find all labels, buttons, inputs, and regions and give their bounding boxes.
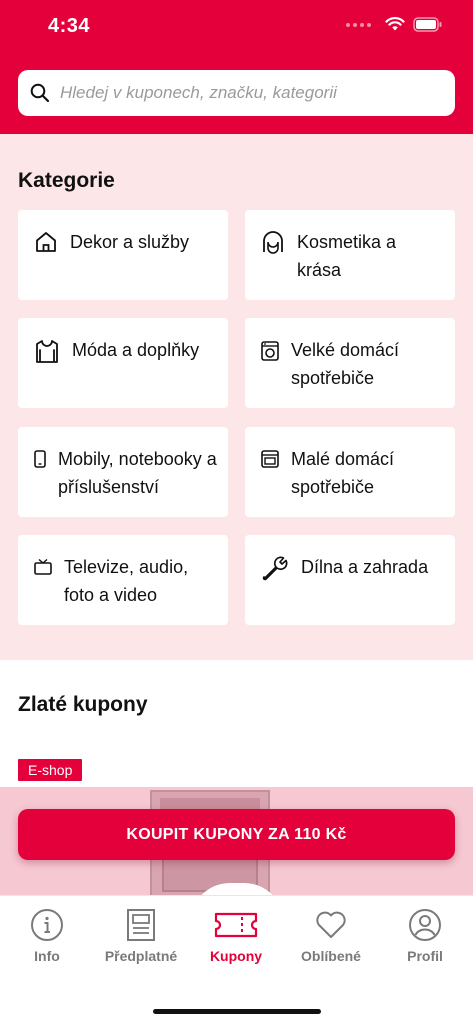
categories-section: Kategorie Dekor a služby Kosmetika a krá… xyxy=(0,134,473,660)
microwave-icon xyxy=(261,450,279,468)
battery-icon xyxy=(413,17,442,32)
wrench-icon xyxy=(262,556,288,581)
category-label: Velké domácí spotřebiče xyxy=(291,340,400,388)
tab-kupony[interactable]: Kupony xyxy=(189,908,283,964)
signal-dots-icon xyxy=(346,22,371,27)
category-label: Móda a doplňky xyxy=(72,340,200,360)
category-card-dilna[interactable]: Dílna a zahrada xyxy=(245,535,455,625)
category-card-dekor[interactable]: Dekor a služby xyxy=(18,210,228,300)
eshop-badge: E-shop xyxy=(18,759,83,781)
category-card-mobily[interactable]: Mobily, notebooky a příslušenství xyxy=(18,427,228,517)
category-card-velke-spotrebice[interactable]: Velké domácí spotřebiče xyxy=(245,318,455,408)
phone-icon xyxy=(34,450,46,468)
category-label: Malé domácí spotřebiče xyxy=(291,449,395,497)
tab-info[interactable]: Info xyxy=(0,908,94,964)
tab-oblibene[interactable]: Oblíbené xyxy=(284,908,378,964)
info-icon xyxy=(31,909,63,941)
categories-title: Kategorie xyxy=(18,169,115,192)
header: 4:34 xyxy=(0,0,473,134)
tab-profil[interactable]: Profil xyxy=(378,908,472,964)
golden-coupons-title: Zlaté kupony xyxy=(18,693,148,716)
status-icons xyxy=(346,17,443,32)
search-bar[interactable] xyxy=(18,70,455,116)
face-icon xyxy=(263,231,283,254)
heart-icon xyxy=(316,911,346,938)
category-label: Mobily, notebooky a příslušenství xyxy=(58,449,217,497)
tab-label: Předplatné xyxy=(104,948,178,964)
tab-bar: Info Předplatné Kupony Oblíbené Profil xyxy=(0,895,473,1024)
status-bar: 4:34 xyxy=(0,0,473,54)
wifi-icon xyxy=(385,17,405,31)
tv-icon xyxy=(34,559,52,575)
home-indicator xyxy=(153,1009,321,1014)
tab-label: Info xyxy=(34,948,60,964)
category-label: Kosmetika a krása xyxy=(297,232,397,280)
search-input[interactable] xyxy=(60,83,430,103)
tab-label: Kupony xyxy=(209,948,263,964)
category-label: Televize, audio, foto a video xyxy=(64,557,189,605)
profile-icon xyxy=(409,909,441,941)
search-icon xyxy=(30,83,50,103)
category-label: Dekor a služby xyxy=(70,232,190,252)
status-time: 4:34 xyxy=(48,15,91,37)
buy-coupons-button[interactable]: KOUPIT KUPONY ZA 110 Kč xyxy=(18,809,455,860)
category-label: Dílna a zahrada xyxy=(301,557,429,577)
washing-machine-icon xyxy=(261,341,279,361)
category-card-moda[interactable]: Móda a doplňky xyxy=(18,318,228,408)
tab-predplatne[interactable]: Předplatné xyxy=(94,908,188,964)
tab-label: Profil xyxy=(407,948,443,964)
shirt-icon xyxy=(36,340,58,363)
house-icon xyxy=(36,232,56,252)
category-card-televize[interactable]: Televize, audio, foto a video xyxy=(18,535,228,625)
category-card-male-spotrebice[interactable]: Malé domácí spotřebiče xyxy=(245,427,455,517)
ticket-icon xyxy=(214,912,258,938)
newspaper-icon xyxy=(127,909,155,941)
category-card-kosmetika[interactable]: Kosmetika a krása xyxy=(245,210,455,300)
tab-label: Oblíbené xyxy=(301,948,361,964)
